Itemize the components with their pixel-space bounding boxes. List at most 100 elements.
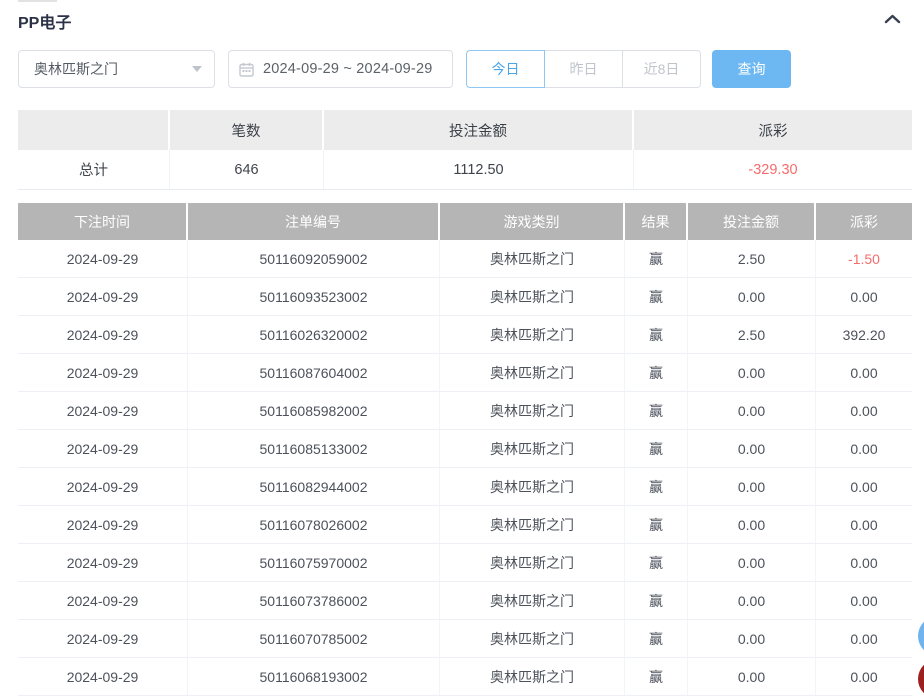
bet-time-cell: 2024-09-29	[18, 392, 188, 429]
bet-time-cell: 2024-09-29	[18, 354, 188, 391]
summary-header-payout: 派彩	[634, 110, 912, 150]
bet-amount-cell: 0.00	[688, 620, 816, 657]
header-payout: 派彩	[816, 203, 912, 240]
result-cell: 赢	[625, 544, 688, 581]
game-category-cell: 奥林匹斯之门	[440, 506, 625, 543]
yesterday-button[interactable]: 昨日	[544, 50, 623, 88]
table-row: 2024-09-29 50116078026002 奥林匹斯之门赢 0.00 0.00	[18, 506, 912, 544]
calendar-icon	[239, 62, 254, 77]
game-category-cell: 奥林匹斯之门	[440, 240, 625, 277]
bet-time-cell: 2024-09-29	[18, 278, 188, 315]
payout-cell: 392.20	[816, 316, 912, 353]
bet-time-cell: 2024-09-29	[18, 316, 188, 353]
bet-amount-cell: 0.00	[688, 354, 816, 391]
order-number-cell: 50116085133002	[188, 430, 440, 467]
game-select[interactable]: 奥林匹斯之门	[18, 50, 215, 88]
bet-time-cell: 2024-09-29	[18, 658, 188, 695]
result-cell: 赢	[625, 278, 688, 315]
summary-payout-value: -329.30	[634, 150, 912, 189]
order-number-cell: 50116078026002	[188, 506, 440, 543]
header-order-number: 注单编号	[188, 203, 440, 240]
summary-count-value: 646	[170, 150, 324, 189]
result-cell: 赢	[625, 506, 688, 543]
table-row: 2024-09-29 50116087604002 奥林匹斯之门赢 0.00 0.00	[18, 354, 912, 392]
summary-bet-amount-value: 1112.50	[324, 150, 634, 189]
result-cell: 赢	[625, 582, 688, 619]
bet-amount-cell: 0.00	[688, 392, 816, 429]
bet-amount-cell: 0.00	[688, 278, 816, 315]
payout-cell: 0.00	[816, 582, 912, 619]
bet-amount-cell: 0.00	[688, 506, 816, 543]
payout-cell: 0.00	[816, 278, 912, 315]
order-number-cell: 50116093523002	[188, 278, 440, 315]
bet-time-cell: 2024-09-29	[18, 430, 188, 467]
game-category-cell: 奥林匹斯之门	[440, 468, 625, 505]
floating-action-button[interactable]	[918, 659, 924, 698]
bet-time-cell: 2024-09-29	[18, 544, 188, 581]
date-range-value: 2024-09-29 ~ 2024-09-29	[263, 61, 433, 77]
header-bet-time: 下注时间	[18, 203, 188, 240]
order-number-cell: 50116070785002	[188, 620, 440, 657]
bet-amount-cell: 0.00	[688, 544, 816, 581]
table-row: 2024-09-29 50116092059002 奥林匹斯之门赢 2.50 -1.50	[18, 240, 912, 278]
result-cell: 赢	[625, 240, 688, 277]
filter-toolbar: 奥林匹斯之门 2024-09-29 ~ 2024-09-29 今日 昨日 近8日…	[0, 50, 924, 88]
table-row: 2024-09-29 50116093523002 奥林匹斯之门赢 0.00 0.00	[18, 278, 912, 316]
order-number-cell: 50116087604002	[188, 354, 440, 391]
result-cell: 赢	[625, 392, 688, 429]
last-8-days-button[interactable]: 近8日	[622, 50, 701, 88]
payout-cell: 0.00	[816, 544, 912, 581]
chevron-down-icon	[192, 66, 202, 72]
payout-cell: 0.00	[816, 658, 912, 695]
bet-time-cell: 2024-09-29	[18, 240, 188, 277]
result-cell: 赢	[625, 354, 688, 391]
bet-amount-cell: 2.50	[688, 316, 816, 353]
header-game-category: 游戏类别	[440, 203, 625, 240]
game-select-value: 奥林匹斯之门	[34, 61, 118, 77]
date-range-picker[interactable]: 2024-09-29 ~ 2024-09-29	[228, 50, 453, 88]
table-row: 2024-09-29 50116073786002 奥林匹斯之门赢 0.00 0.00	[18, 582, 912, 620]
bet-time-cell: 2024-09-29	[18, 506, 188, 543]
order-number-cell: 50116075970002	[188, 544, 440, 581]
records-table-header: 下注时间 注单编号 游戏类别 结果 投注金额 派彩	[18, 203, 912, 240]
order-number-cell: 50116026320002	[188, 316, 440, 353]
game-category-cell: 奥林匹斯之门	[440, 658, 625, 695]
bet-amount-cell: 0.00	[688, 582, 816, 619]
table-row: 2024-09-29 50116070785002 奥林匹斯之门赢 0.00 0.00	[18, 620, 912, 658]
today-button[interactable]: 今日	[466, 50, 545, 88]
game-category-cell: 奥林匹斯之门	[440, 392, 625, 429]
payout-cell: 0.00	[816, 620, 912, 657]
collapse-panel-button[interactable]	[881, 9, 903, 29]
payout-cell: 0.00	[816, 506, 912, 543]
floating-service-button[interactable]	[918, 616, 924, 656]
game-category-cell: 奥林匹斯之门	[440, 582, 625, 619]
summary-total-row: 总计 646 1112.50 -329.30	[18, 150, 912, 190]
table-row: 2024-09-29 50116075970002 奥林匹斯之门赢 0.00 0.00	[18, 544, 912, 582]
order-number-cell: 50116085982002	[188, 392, 440, 429]
clipped-element-edge	[18, 0, 57, 2]
summary-table-header: 笔数 投注金额 派彩	[18, 110, 912, 150]
payout-cell: 0.00	[816, 468, 912, 505]
bet-time-cell: 2024-09-29	[18, 620, 188, 657]
bet-amount-cell: 0.00	[688, 430, 816, 467]
summary-total-label: 总计	[18, 150, 170, 189]
page-title: PP电子	[18, 15, 72, 32]
bet-time-cell: 2024-09-29	[18, 468, 188, 505]
result-cell: 赢	[625, 658, 688, 695]
summary-header-count: 笔数	[170, 110, 324, 150]
order-number-cell: 50116068193002	[188, 658, 440, 695]
result-cell: 赢	[625, 316, 688, 353]
table-row: 2024-09-29 50116068193002 奥林匹斯之门赢 0.00 0.00	[18, 658, 912, 696]
game-category-cell: 奥林匹斯之门	[440, 354, 625, 391]
game-category-cell: 奥林匹斯之门	[440, 316, 625, 353]
payout-cell: 0.00	[816, 430, 912, 467]
search-button[interactable]: 查询	[712, 50, 791, 88]
header-result: 结果	[625, 203, 688, 240]
summary-header-blank	[18, 110, 170, 150]
quick-date-button-group: 今日 昨日 近8日	[466, 50, 701, 88]
result-cell: 赢	[625, 468, 688, 505]
table-row: 2024-09-29 50116085133002 奥林匹斯之门赢 0.00 0.00	[18, 430, 912, 468]
game-category-cell: 奥林匹斯之门	[440, 620, 625, 657]
result-cell: 赢	[625, 430, 688, 467]
game-category-cell: 奥林匹斯之门	[440, 278, 625, 315]
